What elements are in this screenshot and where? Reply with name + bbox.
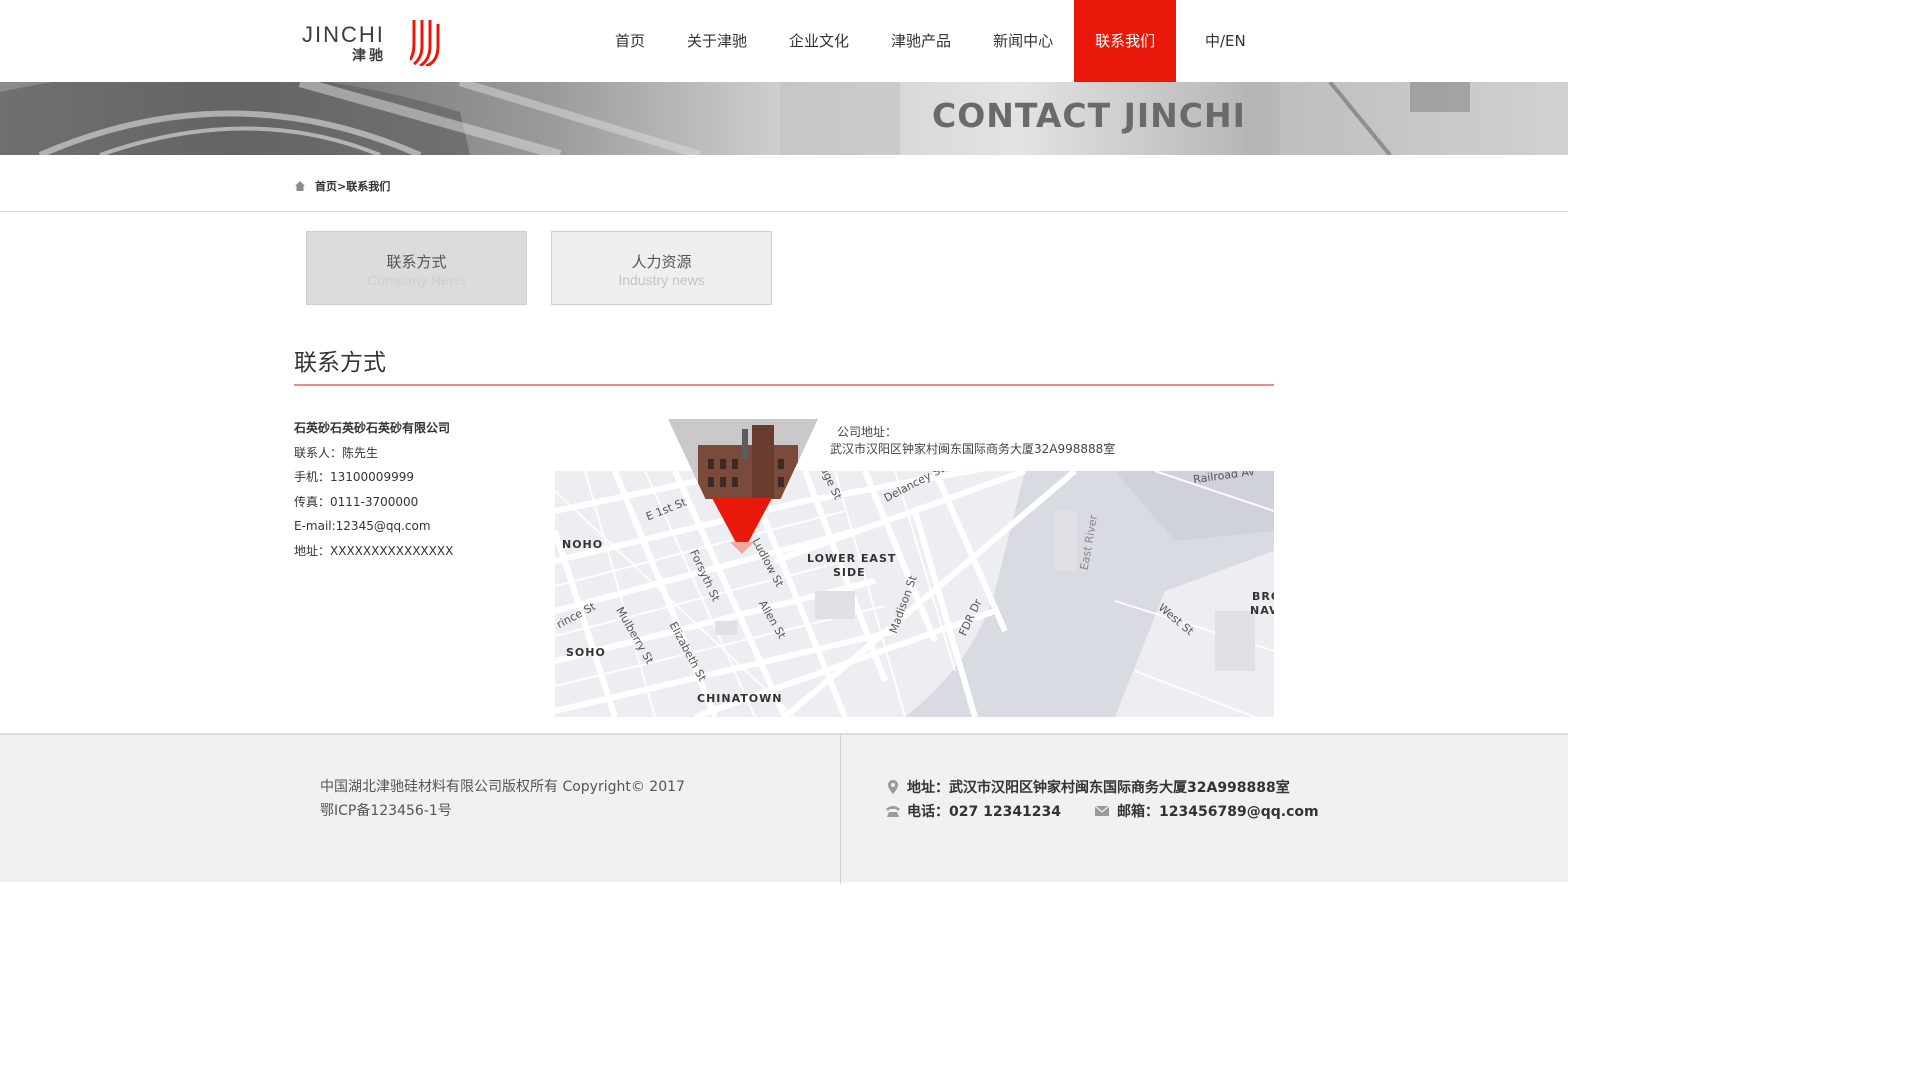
nav-item-contact[interactable]: 联系我们	[1074, 0, 1177, 82]
map-address-text: 武汉市汉阳区钟家村闽东国际商务大厦32A998888室	[830, 442, 1116, 456]
map-label-bro-2: NAV	[1250, 604, 1274, 617]
nav-item-products[interactable]: 津驰产品	[870, 0, 972, 82]
footer-divider	[840, 735, 841, 884]
tab-contact-sublabel: Company News	[367, 272, 466, 288]
language-switch[interactable]: 中/EN	[1205, 0, 1246, 82]
logo-mark-icon	[410, 20, 440, 66]
map-address: 公司地址： 武汉市汉阳区钟家村闽东国际商务大厦32A998888室	[830, 423, 1115, 457]
location-icon	[888, 780, 898, 794]
banner-photo	[0, 82, 1568, 155]
company-name: 石英砂石英砂石英砂有限公司	[294, 421, 451, 435]
map-address-label: 公司地址：	[837, 425, 898, 439]
breadcrumb-separator: >	[337, 179, 347, 193]
nav-item-news[interactable]: 新闻中心	[972, 0, 1074, 82]
tab-hr-sublabel: Industry news	[618, 272, 705, 288]
phone-icon	[886, 806, 900, 817]
breadcrumb: 首页 > 联系我们	[294, 178, 390, 194]
fax: 传真：0111-3700000	[294, 494, 419, 509]
section-title: 联系方式	[294, 350, 386, 376]
footer-icp[interactable]: 鄂ICP备123456-1号	[320, 799, 685, 823]
email: E-mail:12345@qq.com	[294, 519, 431, 533]
section-divider	[294, 384, 1274, 386]
header: JINCHI 津驰 首页 关于津驰 企业文化 津驰产品 新闻中心 联系我们 中/…	[0, 0, 1568, 82]
logo[interactable]: JINCHI 津驰	[302, 18, 452, 68]
tab-contact[interactable]: 联系方式 Company News	[306, 231, 527, 305]
tab-hr-label: 人力资源	[631, 253, 692, 271]
address: 地址：XXXXXXXXXXXXXXX	[294, 543, 454, 558]
home-icon[interactable]	[294, 180, 306, 192]
footer-contact: 地址：武汉市汉阳区钟家村闽东国际商务大厦32A998888室 电话：027 12…	[885, 775, 1319, 823]
breadcrumb-divider	[0, 211, 1568, 212]
logo-cn-text: 津驰	[352, 48, 386, 64]
banner: CONTACT JINCHI	[0, 82, 1568, 155]
map-label-soho: SOHO	[566, 646, 606, 659]
tab-hr[interactable]: 人力资源 Industry news	[551, 231, 772, 305]
nav-item-home[interactable]: 首页	[594, 0, 666, 82]
map-label-chinatown: CHINATOWN	[697, 692, 783, 705]
nav-item-about[interactable]: 关于津驰	[666, 0, 768, 82]
footer-phone: 电话：027 12341234	[907, 804, 1062, 820]
banner-title: CONTACT JINCHI	[932, 96, 1246, 135]
map-label-noho: NOHO	[562, 538, 604, 551]
map-label-les-1: LOWER EAST	[807, 552, 897, 565]
location-map[interactable]: E 1st St Forsyth St Ludlow St Allen St D…	[555, 471, 1274, 717]
map-label-bro-1: BRO	[1252, 590, 1274, 603]
map-label-les-2: SIDE	[833, 566, 866, 579]
footer-copyright-block: 中国湖北津驰硅材料有限公司版权所有 Copyright© 2017 鄂ICP备1…	[320, 775, 685, 823]
footer-email[interactable]: 邮箱：123456789@qq.com	[1117, 801, 1319, 821]
breadcrumb-home[interactable]: 首页	[315, 178, 337, 194]
footer: 中国湖北津驰硅材料有限公司版权所有 Copyright© 2017 鄂ICP备1…	[0, 733, 1568, 884]
footer-address: 地址：武汉市汉阳区钟家村闽东国际商务大厦32A998888室	[907, 780, 1290, 796]
mobile: 手机：13100009999	[294, 470, 414, 484]
tab-contact-label: 联系方式	[386, 253, 447, 271]
main-nav: 首页 关于津驰 企业文化 津驰产品 新闻中心 联系我们	[594, 0, 1177, 82]
breadcrumb-current: 联系我们	[346, 180, 391, 193]
contact-person: 联系人：陈先生	[294, 445, 379, 460]
contact-info: 石英砂石英砂石英砂有限公司 联系人：陈先生 手机：13100009999 传真：…	[294, 420, 453, 567]
page: JINCHI 津驰 首页 关于津驰 企业文化 津驰产品 新闻中心 联系我们 中/…	[0, 0, 1568, 884]
footer-copyright: 中国湖北津驰硅材料有限公司版权所有 Copyright© 2017	[320, 779, 685, 795]
mail-icon	[1094, 805, 1110, 816]
nav-item-culture[interactable]: 企业文化	[768, 0, 870, 82]
location-photo	[668, 419, 818, 499]
location-pin-icon[interactable]	[712, 498, 772, 554]
